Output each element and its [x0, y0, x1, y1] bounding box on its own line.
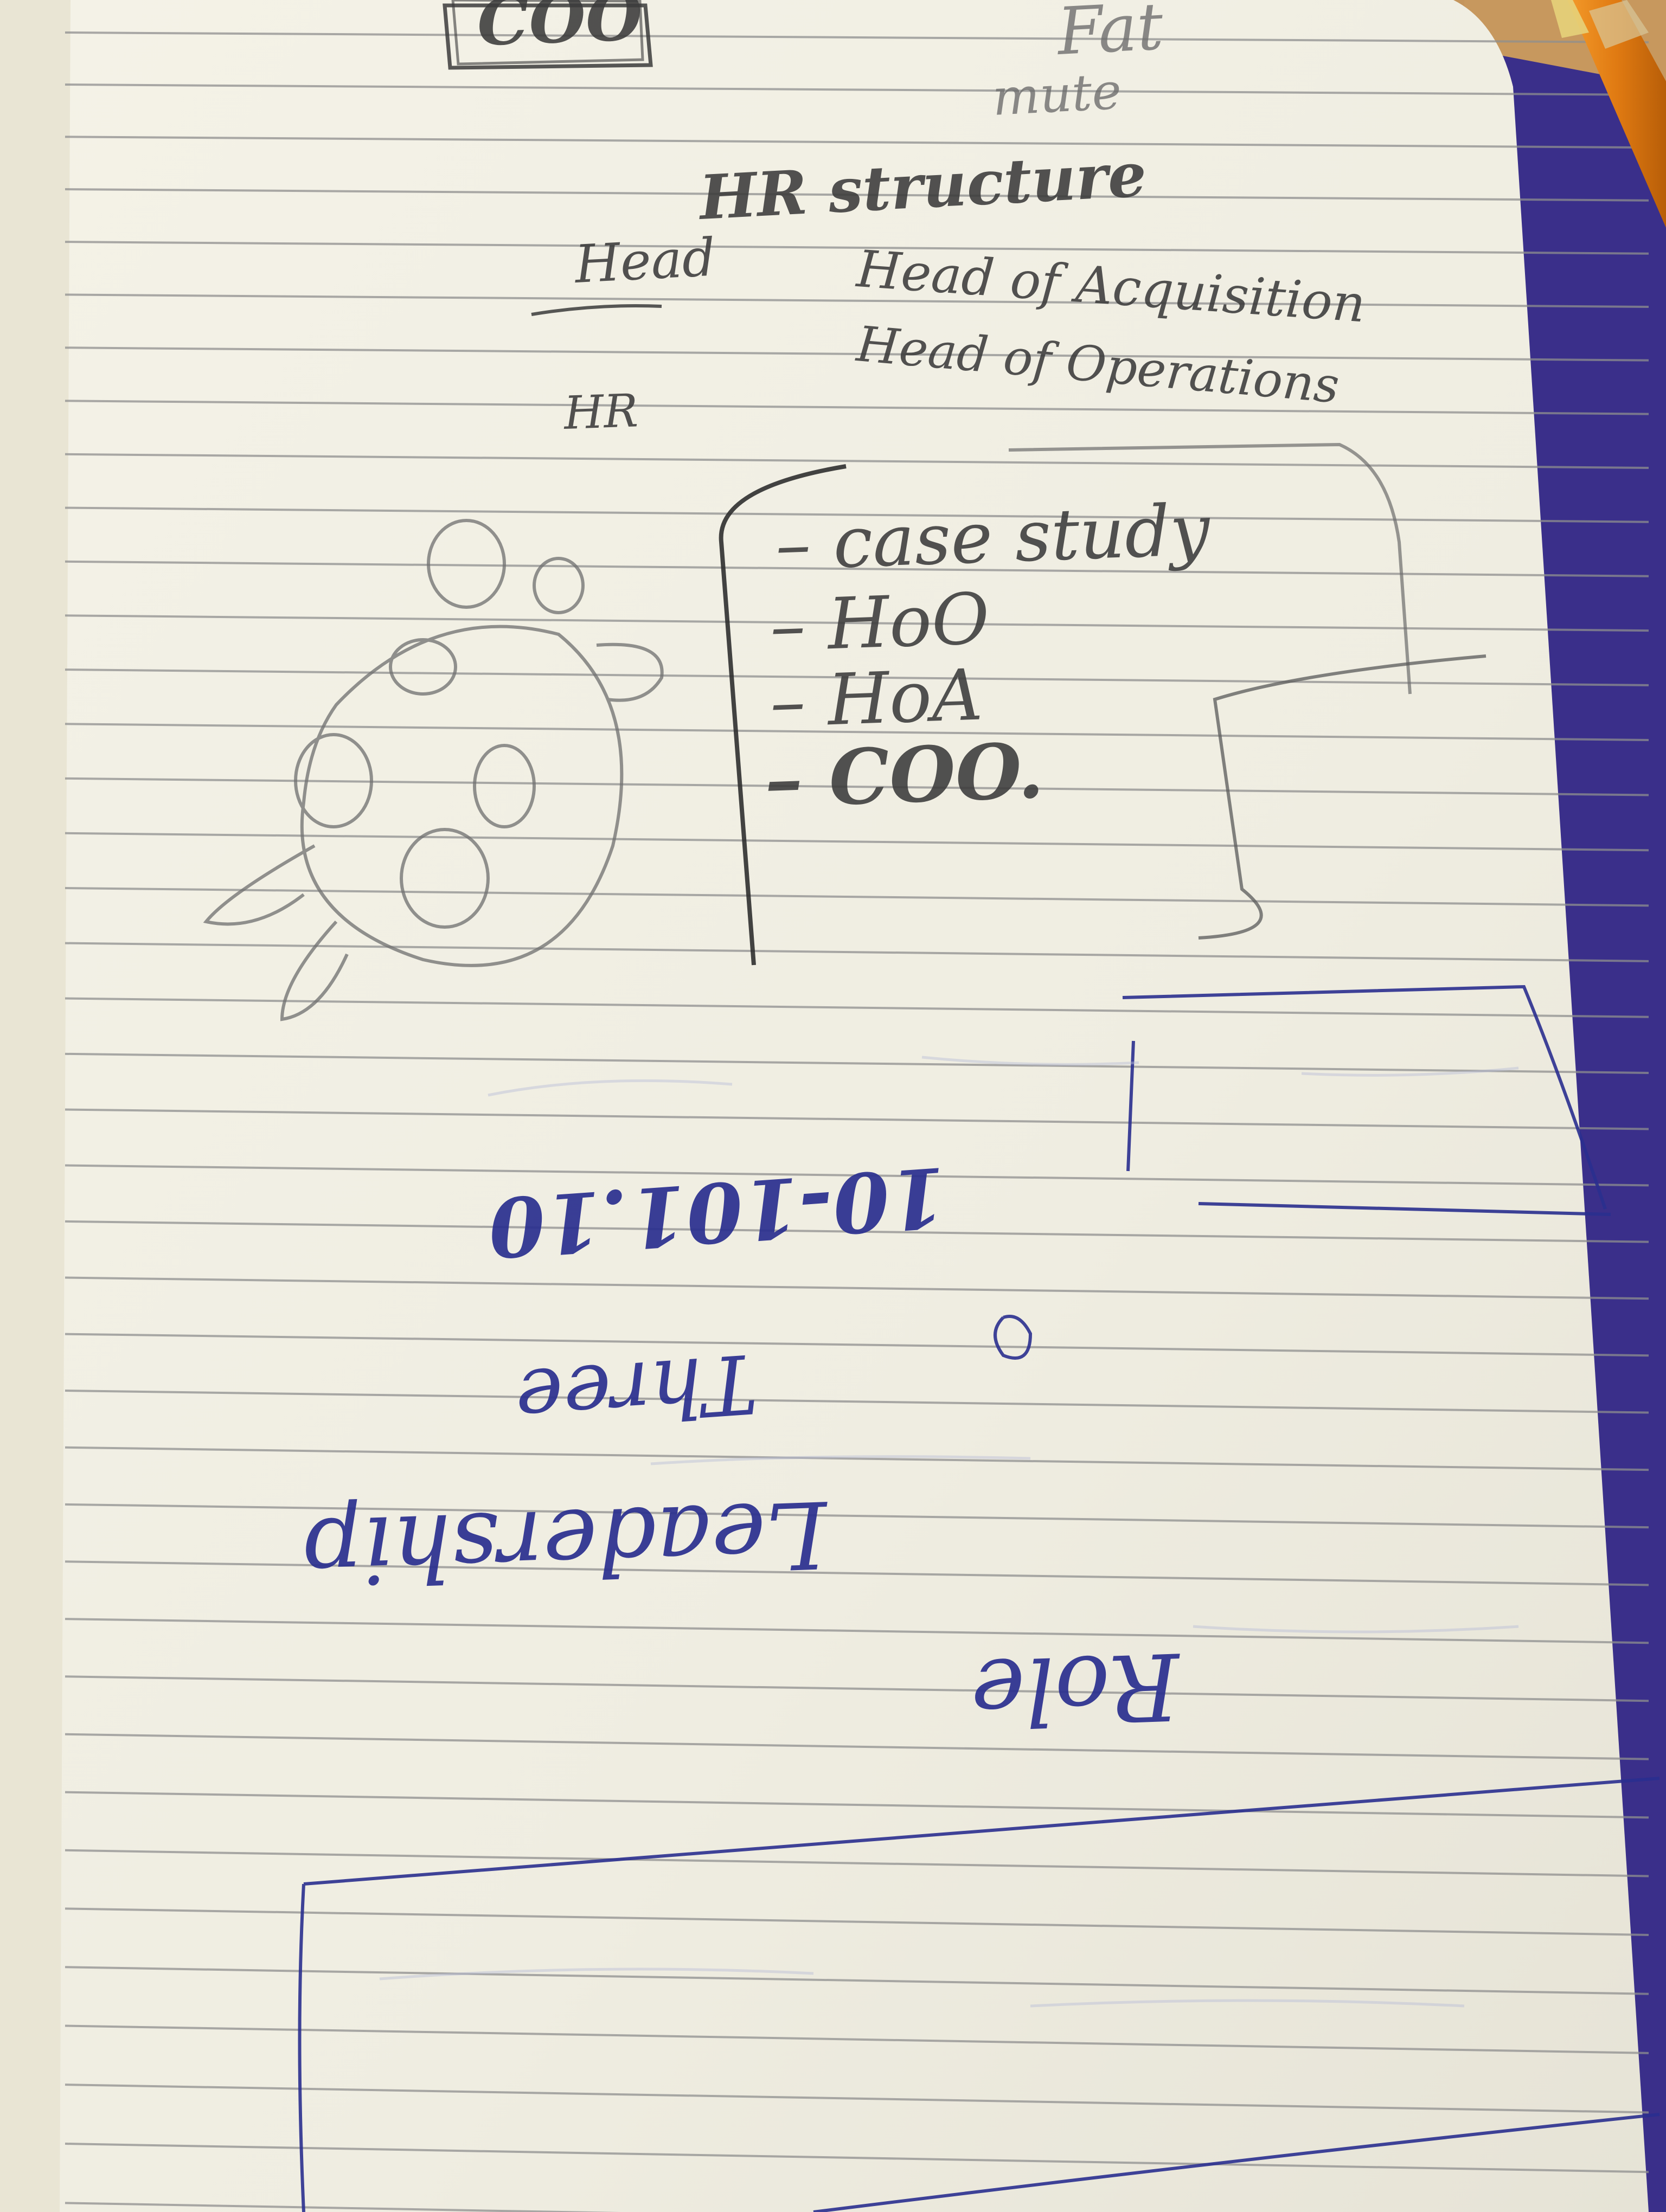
note-list-text: case study — [831, 488, 1212, 584]
upside-note-2: Three — [512, 1335, 760, 1446]
notebook-illustration — [0, 0, 1666, 2212]
photo-scene: COO Fat mute HR structure Head Head of A… — [0, 0, 1666, 2212]
note-list-text: COO. — [827, 726, 1046, 823]
note-list-text: HoO — [826, 577, 991, 666]
note-row1-left: Head — [573, 227, 717, 295]
upside-note-3: Leadership — [302, 1480, 829, 1605]
notebook-page — [60, 0, 1649, 2212]
note-row3-left: HR — [563, 384, 639, 440]
note-top-box: COO — [476, 0, 644, 61]
note-list-item: – case study — [774, 488, 1212, 586]
note-list-item: – HoO — [768, 577, 991, 667]
note-list-item: – COO. — [763, 726, 1046, 825]
upside-note-4: Role — [969, 1631, 1182, 1746]
note-top-1: Fat — [1055, 0, 1165, 70]
note-top-2: mute — [991, 62, 1123, 127]
note-list-text: HoA — [826, 653, 984, 742]
note-list-item: – HoA — [768, 653, 984, 743]
